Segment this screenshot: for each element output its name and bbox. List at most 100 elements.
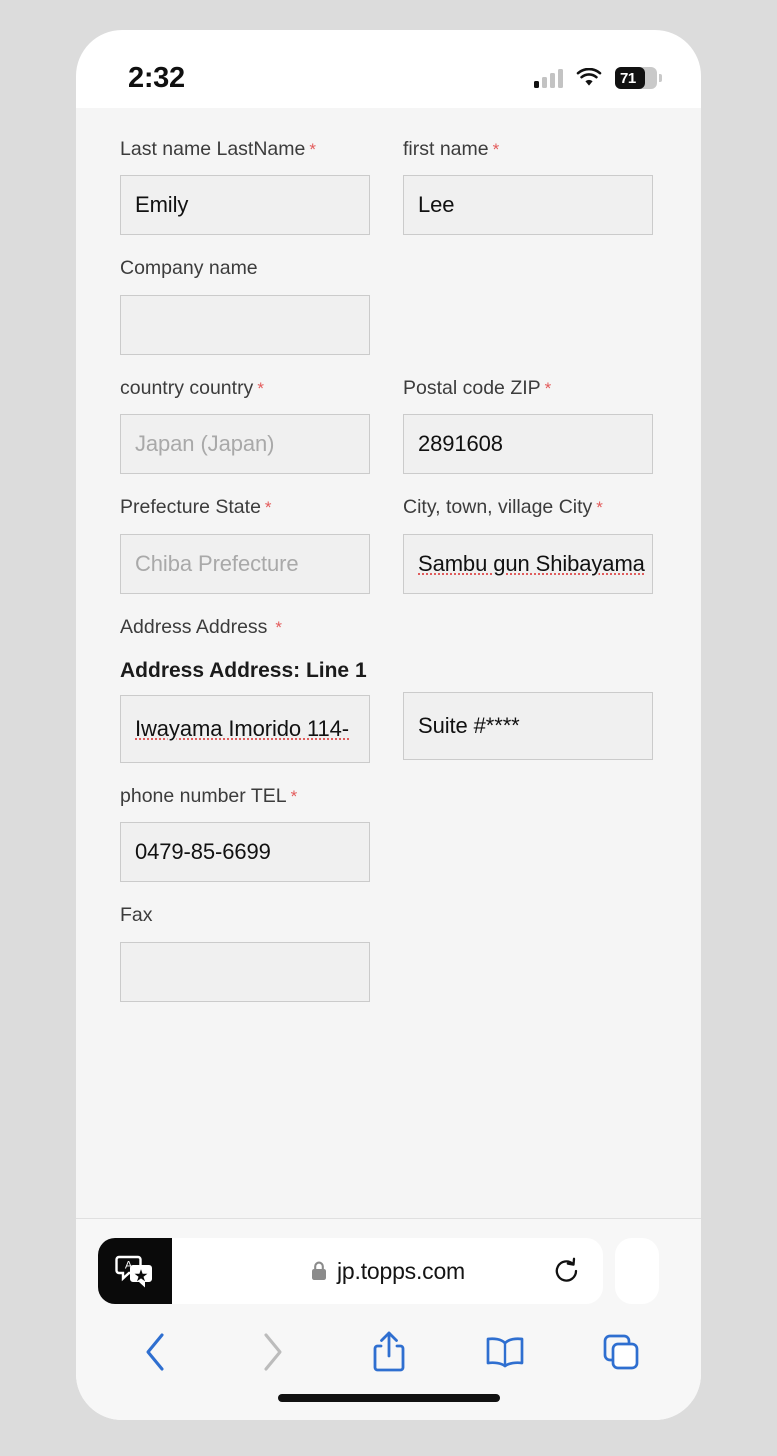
forward-button[interactable]: [248, 1328, 296, 1376]
field-label: Company name: [120, 257, 370, 280]
input-value: Lee: [418, 192, 455, 218]
back-chevron-icon: [146, 1333, 164, 1371]
input-placeholder: Japan (Japan): [135, 431, 275, 457]
field-first-name: first name * Lee: [403, 138, 653, 236]
field-city: City, town, village City * Sambu gun Shib…: [403, 496, 653, 594]
field-label: country country *: [120, 377, 370, 400]
field-label: first name *: [403, 138, 653, 161]
field-label: City, town, village City *: [403, 496, 653, 519]
address-line1-label: Address Address: Line 1: [120, 658, 367, 682]
phone-input[interactable]: 0479-85-6699: [120, 822, 370, 883]
wifi-icon: [576, 68, 602, 86]
home-indicator: [277, 1394, 500, 1402]
field-fax: Fax: [120, 904, 370, 1002]
browser-bottom-bar: A jp.topps.com: [76, 1218, 701, 1420]
last-name-input[interactable]: Emily: [120, 175, 370, 236]
required-asterisk: *: [596, 498, 603, 518]
status-bar-clock: 2:32: [128, 61, 185, 94]
url-bar-content: jp.topps.com: [310, 1258, 465, 1285]
tabs-icon: [603, 1334, 639, 1370]
tabs-button[interactable]: [597, 1328, 645, 1376]
input-value: 2891608: [418, 431, 503, 457]
label-text: Postal code ZIP: [403, 376, 541, 399]
first-name-input[interactable]: Lee: [403, 175, 653, 236]
label-text: Company name: [120, 257, 258, 280]
battery-level-label: 71: [620, 69, 636, 87]
field-postal-code: Postal code ZIP * 2891608: [403, 377, 653, 475]
address-line2-label-spacer: [403, 659, 653, 692]
url-text: jp.topps.com: [337, 1257, 465, 1284]
required-asterisk: *: [309, 140, 316, 159]
company-name-input[interactable]: [120, 294, 370, 355]
address-line1-input[interactable]: Iwayama Imorido 114-: [120, 694, 370, 763]
label-text: Prefecture State: [120, 496, 261, 519]
form-row-fax: Fax: [76, 904, 701, 1002]
share-button[interactable]: [365, 1328, 413, 1376]
address-line2-input[interactable]: Suite #****: [403, 691, 653, 760]
url-bar-row: A jp.topps.com: [76, 1238, 701, 1304]
bookmarks-button[interactable]: [481, 1328, 529, 1376]
status-bar: 2:32 71: [76, 30, 701, 108]
required-asterisk: *: [257, 378, 264, 398]
screenshot-root: 2:32 71 Last name LastName * Emily first…: [0, 0, 777, 1456]
label-text: phone number TEL: [120, 784, 287, 807]
label-text: first name: [403, 138, 489, 160]
label-text: Last name LastName: [120, 138, 306, 160]
required-asterisk: *: [544, 378, 552, 398]
back-button[interactable]: [132, 1328, 180, 1376]
field-label: phone number TEL *: [120, 785, 370, 808]
label-text: Address Address: [120, 615, 268, 638]
field-address-line2: Suite #****: [403, 659, 653, 760]
field-label: Postal code ZIP *: [403, 377, 653, 400]
prefecture-input[interactable]: Chiba Prefecture: [120, 533, 370, 594]
cellular-signal-icon: [534, 68, 563, 88]
country-input[interactable]: Japan (Japan): [120, 414, 370, 475]
form-row-address-group-label: Address Address *: [76, 616, 701, 653]
field-label: Address Address *: [120, 616, 370, 639]
postal-code-input[interactable]: 2891608: [403, 414, 653, 475]
adjacent-tab-preview[interactable]: [615, 1238, 659, 1304]
field-address-line1: Address Address: Line 1 Iwayama Imorido …: [120, 659, 370, 763]
lock-icon: [312, 1261, 326, 1280]
field-country: country country * Japan (Japan): [120, 377, 370, 475]
share-icon: [373, 1331, 404, 1372]
input-value: Sambu gun Shibayama: [418, 550, 645, 576]
field-last-name: Last name LastName * Emily: [120, 138, 370, 236]
translate-icon: A: [115, 1255, 152, 1288]
status-bar-indicators: 71: [534, 67, 662, 89]
phone-frame: 2:32 71 Last name LastName * Emily first…: [76, 30, 701, 1420]
form-row-phone: phone number TEL * 0479-85-6699: [76, 785, 701, 883]
book-icon: [486, 1337, 524, 1368]
reload-icon[interactable]: [553, 1257, 581, 1285]
url-bar[interactable]: jp.topps.com: [172, 1238, 603, 1304]
field-prefecture: Prefecture State * Chiba Prefecture: [120, 496, 370, 594]
city-input[interactable]: Sambu gun Shibayama: [403, 533, 653, 594]
field-label: Prefecture State *: [120, 496, 370, 519]
battery-icon: 71: [615, 67, 662, 89]
label-text: City, town, village City: [403, 496, 593, 519]
input-value: Suite #****: [418, 712, 520, 738]
form-row-address-lines: Address Address: Line 1 Iwayama Imorido …: [76, 659, 701, 763]
translate-button[interactable]: A: [98, 1238, 172, 1304]
field-label: Fax: [120, 904, 370, 927]
address-group-heading: Address Address *: [120, 616, 370, 653]
field-phone: phone number TEL * 0479-85-6699: [120, 785, 370, 883]
input-value: Iwayama Imorido 114-: [135, 715, 350, 741]
webview[interactable]: Last name LastName * Emily first name * Le…: [76, 108, 701, 1218]
field-company-name: Company name: [120, 257, 370, 355]
fax-input[interactable]: [120, 941, 370, 1002]
required-asterisk: *: [275, 617, 283, 637]
field-label: Last name LastName *: [120, 138, 370, 161]
form-row-name: Last name LastName * Emily first name * Le…: [76, 138, 701, 236]
form-row-company: Company name: [76, 257, 701, 355]
input-value: Emily: [135, 192, 189, 218]
address-form: Last name LastName * Emily first name * Le…: [76, 108, 701, 1002]
input-placeholder: Chiba Prefecture: [135, 550, 299, 576]
label-text: country country: [120, 376, 254, 399]
required-asterisk: *: [290, 786, 298, 806]
input-value: 0479-85-6699: [135, 839, 271, 865]
required-asterisk: *: [264, 498, 272, 518]
forward-chevron-icon: [264, 1333, 282, 1371]
browser-toolbar: [76, 1319, 701, 1385]
form-row-prefecture-city: Prefecture State * Chiba Prefecture City,…: [76, 496, 701, 594]
